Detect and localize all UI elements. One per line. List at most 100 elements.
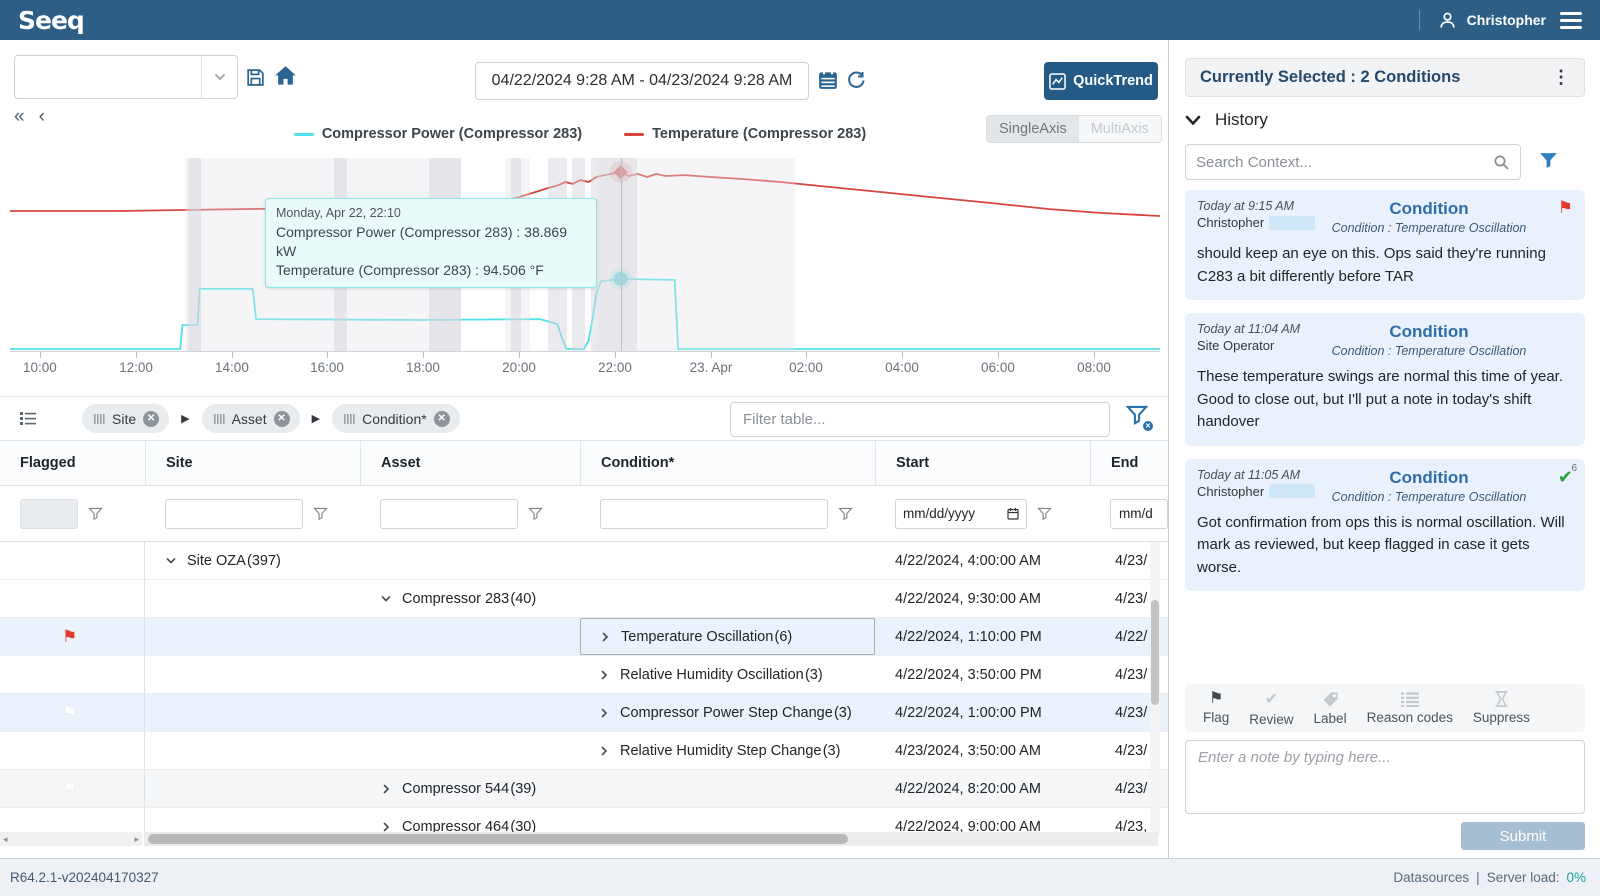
site-filter-input[interactable]	[165, 499, 303, 529]
server-load-label: Server load:	[1487, 870, 1560, 885]
flag-icon: ⚑	[62, 704, 77, 721]
chevron-right-icon[interactable]	[380, 821, 392, 833]
history-card[interactable]: Today at 11:05 AM Christopher Condition …	[1185, 459, 1585, 592]
user-icon[interactable]	[1438, 11, 1457, 30]
table-row[interactable]: Relative Humidity Step Change (3)4/23/20…	[0, 732, 1168, 770]
chevron-right-icon[interactable]	[598, 707, 610, 719]
legend-item-power[interactable]: Compressor Power (Compressor 283)	[294, 126, 582, 142]
card-title: Condition	[1315, 322, 1543, 342]
x-tick-label: 06:00	[981, 360, 1015, 375]
table-row[interactable]: Compressor 283 (40)4/22/2024, 9:30:00 AM…	[0, 580, 1168, 618]
action-reason-codes[interactable]: Reason codes	[1359, 692, 1461, 725]
search-icon[interactable]	[1493, 154, 1510, 171]
flag-icon: ⚑	[62, 780, 77, 797]
user-name[interactable]: Christopher	[1467, 12, 1546, 28]
toggle-single-axis[interactable]: SingleAxis	[987, 116, 1079, 142]
action-review[interactable]: ✔Review	[1241, 689, 1301, 727]
refresh-icon[interactable]	[846, 70, 866, 90]
start-value: 4/22/2024, 9:00:00 AM	[875, 808, 1090, 834]
search-context-field[interactable]	[1185, 144, 1521, 180]
chevron-right-icon[interactable]	[380, 783, 392, 795]
chip-condition[interactable]: Condition* ✕	[332, 404, 460, 433]
funnel-icon[interactable]	[528, 507, 543, 521]
grip-icon	[214, 414, 225, 424]
action-flag[interactable]: ⚑Flag	[1195, 691, 1237, 725]
table-row[interactable]: ⚑Compressor 544 (39)4/22/2024, 8:20:00 A…	[0, 770, 1168, 808]
asset-filter-input[interactable]	[380, 499, 518, 529]
chevron-down-icon[interactable]	[165, 555, 177, 567]
chip-site[interactable]: Site ✕	[82, 404, 169, 433]
history-card[interactable]: Today at 11:04 AM Site Operator Conditio…	[1185, 313, 1585, 446]
selection-title: Currently Selected : 2 Conditions	[1200, 68, 1460, 87]
x-tick-label: 22:00	[598, 360, 632, 375]
worksheet-select[interactable]	[14, 55, 238, 99]
note-input[interactable]	[1185, 740, 1585, 814]
toggle-multi-axis[interactable]: MultiAxis	[1079, 116, 1161, 142]
col-header-start[interactable]: Start	[875, 441, 1090, 485]
redacted-name	[1269, 216, 1315, 230]
row-label: Compressor Power Step Change (3)	[620, 705, 852, 721]
x-tick-label: 12:00	[119, 360, 153, 375]
capsule-band	[597, 158, 796, 351]
condition-filter-input[interactable]	[600, 499, 828, 529]
search-context-input[interactable]	[1196, 154, 1493, 171]
chevron-right-icon[interactable]	[599, 631, 611, 643]
chevron-right-icon[interactable]	[598, 669, 610, 681]
close-icon[interactable]: ✕	[143, 411, 159, 427]
filter-table-input[interactable]	[730, 402, 1110, 437]
chevron-down-icon[interactable]	[201, 56, 237, 98]
end-date-filter[interactable]: mm/d	[1110, 499, 1168, 529]
chip-asset[interactable]: Asset ✕	[202, 404, 300, 433]
close-icon[interactable]: ✕	[274, 411, 290, 427]
vertical-scrollbar[interactable]: ▾	[1150, 542, 1160, 834]
table-row[interactable]: Site OZA (397)4/22/2024, 4:00:00 AM4/23/	[0, 542, 1168, 580]
history-filter-icon[interactable]	[1539, 152, 1558, 169]
status-separator: |	[1476, 870, 1480, 885]
start-date-filter[interactable]: mm/dd/yyyy	[895, 499, 1027, 529]
collapse-icon[interactable]: ‹	[39, 106, 45, 128]
chevron-down-icon	[1185, 115, 1201, 126]
table-view-icon[interactable]	[20, 411, 36, 426]
horizontal-scrollbar[interactable]	[144, 832, 1158, 846]
topbar-divider	[1419, 10, 1420, 30]
close-icon[interactable]: ✕	[434, 411, 450, 427]
col-header-end[interactable]: End	[1090, 441, 1168, 485]
row-label: Relative Humidity Step Change (3)	[620, 743, 840, 759]
col-header-asset[interactable]: Asset	[360, 441, 580, 485]
action-label[interactable]: Label	[1306, 691, 1355, 726]
save-icon[interactable]	[245, 67, 266, 88]
table-row[interactable]: ⚑Temperature Oscillation (6)4/22/2024, 1…	[0, 618, 1168, 656]
col-header-site[interactable]: Site	[145, 441, 360, 485]
kebab-menu-icon[interactable]: ⋮	[1552, 67, 1570, 88]
col-header-flagged[interactable]: Flagged	[0, 441, 145, 485]
col-header-condition[interactable]: Condition*	[580, 441, 875, 485]
start-value: 4/22/2024, 8:20:00 AM	[875, 770, 1090, 807]
start-value: 4/22/2024, 4:00:00 AM	[875, 542, 1090, 579]
selection-header: Currently Selected : 2 Conditions ⋮	[1185, 58, 1585, 97]
funnel-icon[interactable]	[838, 507, 853, 521]
clear-filters-icon[interactable]: ✕	[1126, 405, 1152, 431]
funnel-icon[interactable]	[313, 507, 328, 521]
table-row[interactable]: Relative Humidity Oscillation (3)4/22/20…	[0, 656, 1168, 694]
flag-column-scrollbar[interactable]: ◂▸	[0, 832, 142, 846]
quicktrend-button[interactable]: QuickTrend	[1044, 62, 1158, 100]
history-section-toggle[interactable]: History	[1185, 110, 1268, 130]
hamburger-menu-icon[interactable]	[1556, 8, 1586, 33]
calendar-icon[interactable]	[818, 69, 838, 90]
table-row[interactable]: Compressor 464 (30)4/22/2024, 9:00:00 AM…	[0, 808, 1168, 834]
funnel-icon[interactable]	[88, 507, 103, 521]
action-suppress[interactable]: Suppress	[1465, 691, 1538, 725]
history-card[interactable]: Today at 9:15 AM Christopher Condition C…	[1185, 190, 1585, 300]
datasources-link[interactable]: Datasources	[1393, 870, 1469, 885]
trend-chart[interactable]: Monday, Apr 22, 22:10 Compressor Power (…	[10, 158, 1160, 352]
flagged-filter-box[interactable]	[20, 499, 78, 529]
chevron-right-icon[interactable]	[598, 745, 610, 757]
chevron-down-icon[interactable]	[380, 593, 392, 605]
collapse-all-icon[interactable]: «	[14, 106, 25, 128]
table-row[interactable]: ⚑Compressor Power Step Change (3)4/22/20…	[0, 694, 1168, 732]
legend-item-temperature[interactable]: Temperature (Compressor 283)	[624, 126, 866, 142]
home-icon[interactable]	[274, 65, 297, 87]
date-range-input[interactable]	[475, 62, 809, 100]
submit-button[interactable]: Submit	[1461, 822, 1585, 850]
funnel-icon[interactable]	[1037, 507, 1052, 521]
